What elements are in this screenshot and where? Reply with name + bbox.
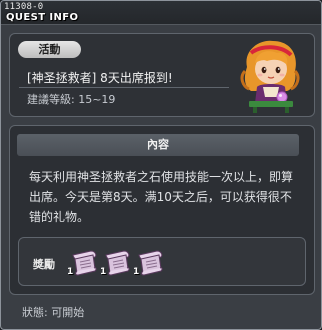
titlebar[interactable]: 11308-0 QUEST INFO <box>1 1 321 25</box>
divider <box>19 87 229 88</box>
reward-qty: 1 <box>100 267 107 277</box>
category-badge: 活動 <box>18 41 81 58</box>
quest-info-window: 11308-0 QUEST INFO 活動 [神圣拯救者] 8天出席报到! 建議… <box>0 0 322 330</box>
window-title: QUEST INFO <box>6 12 79 23</box>
scroll-icon[interactable] <box>135 247 165 277</box>
npc-portrait-icon <box>233 37 305 113</box>
reward-qty: 1 <box>133 267 140 277</box>
quest-description: 每天利用神圣拯救者之石使用技能一次以上，即算出席。今天是第8天。满10天之后，可… <box>29 170 294 224</box>
quest-status: 狀態: 可開始 <box>22 306 85 319</box>
scroll-icon[interactable] <box>69 247 99 277</box>
quest-id: 11308-0 <box>4 2 44 12</box>
recommended-level: 建議等級: 15~19 <box>27 93 116 106</box>
scroll-icon[interactable] <box>102 247 132 277</box>
content-header: 內容 <box>17 134 299 156</box>
reward-qty: 1 <box>67 267 74 277</box>
reward-label: 獎勵 <box>33 258 55 271</box>
quest-name: [神圣拯救者] 8天出席报到! <box>27 71 173 85</box>
